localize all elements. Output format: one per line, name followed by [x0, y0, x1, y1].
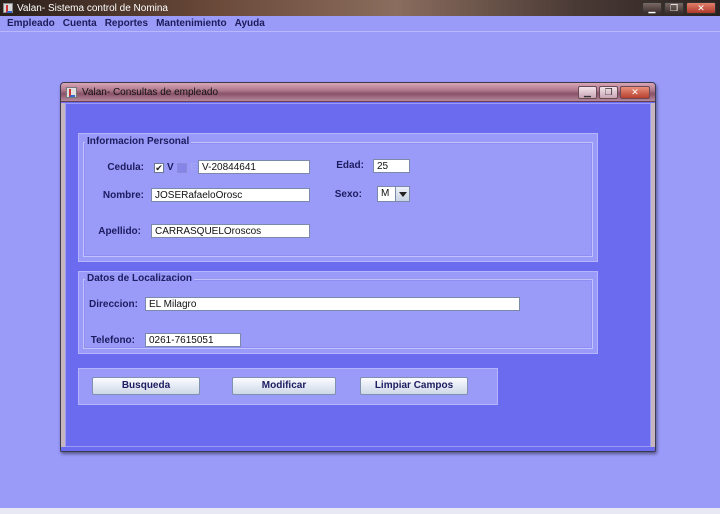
menu-reportes[interactable]: Reportes	[101, 18, 152, 29]
edad-label: Edad:	[336, 160, 364, 171]
dialog-minimize-icon[interactable]: ▁	[578, 85, 597, 99]
direccion-field[interactable]: EL Milagro	[145, 297, 520, 311]
menu-cuenta[interactable]: Cuenta	[59, 18, 101, 29]
menu-ayuda[interactable]: Ayuda	[231, 18, 269, 29]
menu-empleado[interactable]: Empleado	[3, 18, 59, 29]
menu-mantenimiento[interactable]: Mantenimiento	[152, 18, 231, 29]
app-icon	[3, 3, 13, 13]
sexo-label: Sexo:	[334, 189, 362, 200]
dialog-title: Valan- Consultas de empleado	[82, 86, 219, 98]
location-panel: Datos de Localizacion Direccion: EL Mila…	[78, 271, 598, 354]
cedula-v-checkbox[interactable]: ✔	[154, 163, 164, 173]
cedula-v-label: V	[167, 162, 174, 173]
dialog-titlebar[interactable]: Valan- Consultas de empleado ▁ ❐ ✕	[61, 83, 655, 102]
consultas-dialog: Valan- Consultas de empleado ▁ ❐ ✕ Infor…	[60, 82, 656, 452]
apellido-field[interactable]: CARRASQUELOroscos	[151, 224, 310, 238]
main-window-titlebar[interactable]: Valan- Sistema control de Nomina ▁ ❐ ✕	[0, 0, 720, 16]
chevron-down-icon[interactable]	[395, 187, 409, 201]
close-icon[interactable]: ✕	[686, 2, 716, 14]
actions-panel: Busqueda Modificar Limpiar Campos	[78, 368, 498, 405]
main-window-controls: ▁ ❐ ✕	[642, 2, 716, 14]
nombre-field[interactable]: JOSERafaeloOrosc	[151, 188, 310, 202]
maximize-icon[interactable]: ❐	[664, 2, 684, 14]
desktop-bottom-strip	[0, 508, 720, 514]
location-legend: Datos de Localizacion	[85, 273, 195, 284]
cedula-e-checkbox[interactable]	[177, 163, 187, 173]
dialog-controls: ▁ ❐ ✕	[578, 85, 650, 99]
edad-field[interactable]: 25	[373, 159, 410, 173]
telefono-label: Telefono:	[90, 335, 135, 346]
dialog-close-icon[interactable]: ✕	[620, 85, 650, 99]
sexo-select-value: M	[381, 188, 390, 199]
dialog-maximize-icon[interactable]: ❐	[599, 85, 618, 99]
telefono-field[interactable]: 0261-7615051	[145, 333, 241, 347]
nombre-label: Nombre:	[102, 190, 144, 201]
personal-info-panel: Informacion Personal Cedula: ✔ V E V-208…	[78, 133, 598, 262]
dialog-app-icon	[66, 86, 77, 98]
cedula-field[interactable]: V-20844641	[198, 160, 310, 174]
cedula-label: Cedula:	[107, 162, 144, 173]
modificar-button[interactable]: Modificar	[232, 377, 336, 395]
menu-separator	[0, 31, 720, 32]
apellido-label: Apellido:	[98, 226, 141, 237]
dialog-content: Informacion Personal Cedula: ✔ V E V-208…	[65, 103, 651, 447]
menu-bar: Empleado Cuenta Reportes Mantenimiento A…	[0, 16, 720, 31]
personal-info-legend: Informacion Personal	[85, 136, 192, 147]
dialog-border-right	[651, 103, 655, 447]
minimize-icon[interactable]: ▁	[642, 2, 662, 14]
direccion-label: Direccion:	[89, 299, 138, 310]
busqueda-button[interactable]: Busqueda	[92, 377, 200, 395]
sexo-select[interactable]: M	[377, 186, 410, 202]
limpiar-campos-button[interactable]: Limpiar Campos	[360, 377, 468, 395]
main-window-title: Valan- Sistema control de Nomina	[17, 2, 168, 14]
cedula-e-label: E	[190, 162, 197, 173]
